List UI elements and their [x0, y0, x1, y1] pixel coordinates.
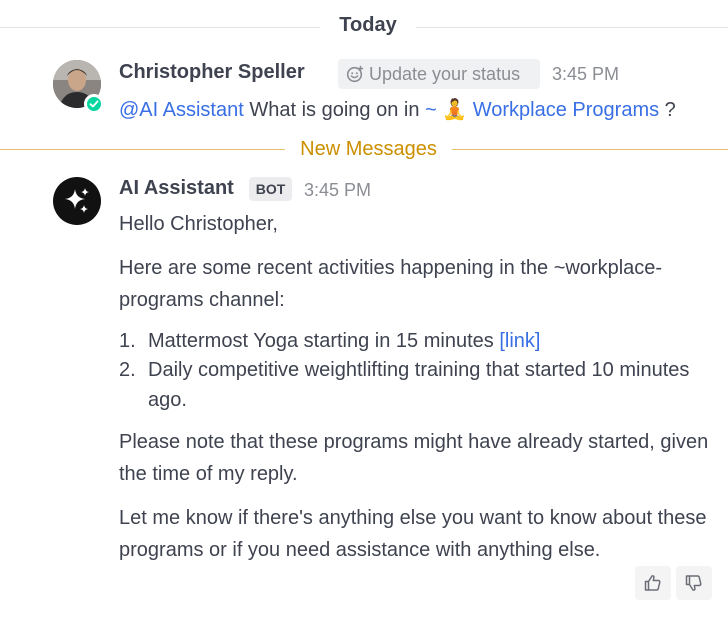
list-item-number: 1.	[119, 330, 136, 352]
bot-closing: Let me know if there's anything else you…	[119, 507, 707, 561]
thumbs-up-button[interactable]	[635, 566, 671, 600]
list-item-text: Daily competitive weightlifting training…	[148, 359, 690, 411]
message-text: What is going on in	[249, 99, 420, 121]
mention-link[interactable]: @AI Assistant	[119, 99, 244, 121]
bot-avatar[interactable]	[53, 177, 101, 225]
bot-post-time[interactable]: 3:45 PM	[304, 180, 371, 201]
bot-note: Please note that these programs might ha…	[119, 431, 709, 485]
thumbs-down-icon	[685, 575, 702, 591]
date-separator-label: Today	[339, 14, 397, 36]
message-text-end: ?	[664, 99, 676, 121]
online-status-dot	[84, 94, 104, 114]
user-post-author[interactable]: Christopher Speller	[119, 61, 305, 84]
update-status-button[interactable]: Update your status	[338, 59, 540, 89]
list-item-label: Mattermost Yoga starting in 15 minutes	[148, 330, 494, 352]
bot-greeting: Hello Christopher,	[119, 213, 278, 235]
check-icon	[89, 100, 99, 108]
bot-intro: Here are some recent activities happenin…	[119, 257, 663, 311]
thumbs-down-button[interactable]	[676, 566, 712, 600]
yoga-link[interactable]: [link]	[499, 330, 540, 352]
bot-post-author[interactable]: AI Assistant	[119, 177, 234, 200]
channel-name: Workplace Programs	[472, 99, 660, 121]
sparkle-icon	[65, 188, 89, 213]
thumbs-up-icon	[644, 575, 661, 591]
channel-prefix: ~	[425, 99, 437, 121]
new-messages-label: New Messages	[300, 138, 437, 160]
user-post-message: @AI Assistant What is going on in ~ 🧘 Wo…	[119, 97, 676, 122]
smiley-icon	[346, 65, 364, 83]
new-separator-line-left	[0, 149, 285, 150]
user-post-time[interactable]: 3:45 PM	[552, 64, 619, 85]
separator-line-right	[416, 27, 728, 28]
new-messages-separator: New Messages	[0, 136, 728, 164]
separator-line-left	[0, 27, 320, 28]
channel-link[interactable]: ~ 🧘 Workplace Programs	[425, 99, 659, 121]
new-separator-line-right	[452, 149, 728, 150]
list-item-number: 2.	[119, 359, 136, 381]
list-item-text: Mattermost Yoga starting in 15 minutes […	[148, 326, 693, 356]
bot-badge: BOT	[249, 177, 292, 201]
channel-emoji: 🧘	[442, 99, 468, 121]
date-separator: Today	[0, 12, 728, 42]
update-status-label: Update your status	[369, 63, 521, 84]
